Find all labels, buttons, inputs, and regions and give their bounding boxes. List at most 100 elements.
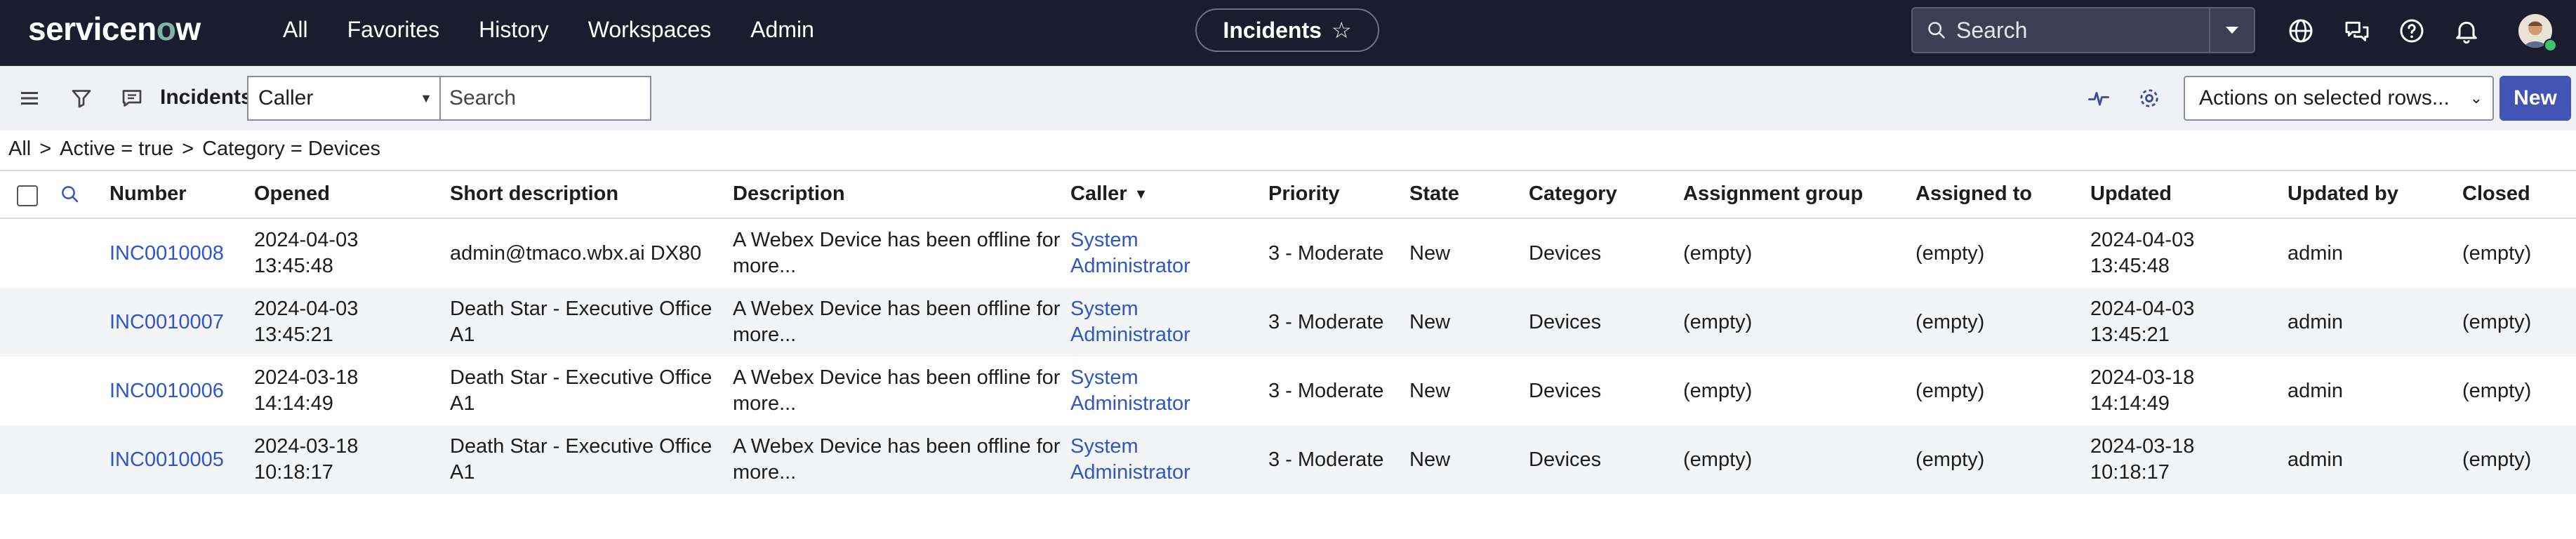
help-icon[interactable] xyxy=(2398,17,2426,45)
opened-time: 13:45:48 xyxy=(254,255,333,277)
nav-all[interactable]: All xyxy=(283,17,308,43)
assignment-group-cell: (empty) xyxy=(1683,241,1753,265)
nav-favorites[interactable]: Favorites xyxy=(347,17,440,43)
assigned-to-cell: (empty) xyxy=(1916,448,1985,471)
short-description-cell: Death Star - Executive Office A1 xyxy=(450,357,712,425)
assigned-to-cell: (empty) xyxy=(1916,241,1985,265)
filter-icon[interactable] xyxy=(69,86,94,111)
caller-line: Administrator xyxy=(1070,324,1190,346)
column-header-caller[interactable]: Caller ▼ xyxy=(1070,182,1148,206)
comment-icon[interactable] xyxy=(119,86,145,111)
select-all-checkbox[interactable] xyxy=(17,185,38,206)
column-header-assignment-group[interactable]: Assignment group xyxy=(1683,182,1863,206)
incident-number-link[interactable]: INC0010006 xyxy=(109,357,224,425)
search-field-select[interactable]: Caller ▼ xyxy=(247,76,441,121)
column-header-number[interactable]: Number xyxy=(109,182,187,206)
actions-select-label: Actions on selected rows... xyxy=(2199,86,2450,109)
closed-cell: (empty) xyxy=(2462,379,2532,402)
table-row: INC0010006 2024-03-18 14:14:49 Death Star… xyxy=(0,357,2576,425)
breadcrumb-active[interactable]: Active = true xyxy=(60,138,173,161)
short-description-cell: admin@tmaco.wbx.ai DX80 xyxy=(450,219,701,288)
description-cell: A Webex Device has been offline for more.… xyxy=(733,425,1060,494)
caller-link[interactable]: System Administrator xyxy=(1070,425,1190,494)
priority-cell: 3 - Moderate xyxy=(1268,448,1384,471)
closed-cell: (empty) xyxy=(2462,241,2532,265)
short-description-line: A1 xyxy=(450,461,475,484)
column-header-category[interactable]: Category xyxy=(1529,182,1617,206)
global-search[interactable]: Search xyxy=(1911,7,2255,53)
short-description-line: Death Star - Executive Office xyxy=(450,366,712,389)
incident-number-link[interactable]: INC0010007 xyxy=(109,288,224,357)
updated-by-cell: admin xyxy=(2288,379,2343,402)
assignment-group-cell: (empty) xyxy=(1683,310,1753,333)
nav-admin[interactable]: Admin xyxy=(750,17,814,43)
star-icon[interactable]: ☆ xyxy=(1332,17,1352,44)
column-header-opened[interactable]: Opened xyxy=(254,182,330,206)
opened-time: 14:14:49 xyxy=(254,392,333,415)
description-line: A Webex Device has been offline for xyxy=(733,435,1061,458)
search-scope-dropdown[interactable] xyxy=(2209,8,2254,52)
breadcrumb-category[interactable]: Category = Devices xyxy=(202,138,380,161)
opened-time: 10:18:17 xyxy=(254,461,333,484)
caller-header-label: Caller xyxy=(1070,182,1127,205)
logo-text-o: o xyxy=(156,11,176,47)
chevron-down-icon: ⌄ xyxy=(2469,89,2483,107)
caller-link[interactable]: System Administrator xyxy=(1070,357,1190,425)
list-search-input[interactable]: Search xyxy=(439,76,651,121)
column-search-icon[interactable] xyxy=(60,184,81,205)
caller-line: Administrator xyxy=(1070,255,1190,277)
column-header-state[interactable]: State xyxy=(1409,182,1459,206)
settings-gear-icon[interactable] xyxy=(2137,86,2162,111)
opened-time: 13:45:21 xyxy=(254,324,333,346)
new-button[interactable]: New xyxy=(2499,76,2571,121)
description-line: more... xyxy=(733,324,797,346)
short-description-line: admin@tmaco.wbx.ai DX80 xyxy=(450,241,702,265)
globe-icon[interactable] xyxy=(2287,17,2315,45)
global-search-input[interactable]: Search xyxy=(1956,18,2209,44)
activity-pulse-icon[interactable] xyxy=(2086,86,2111,111)
incident-number-link[interactable]: INC0010008 xyxy=(109,219,224,288)
breadcrumb-separator: > xyxy=(182,138,194,160)
breadcrumb-all[interactable]: All xyxy=(8,138,31,161)
presence-status-icon xyxy=(2544,39,2557,52)
logo-text-end: w xyxy=(175,11,201,47)
description-line: more... xyxy=(733,461,797,484)
breadcrumb: All > Active = true > Category = Devices xyxy=(8,138,380,161)
opened-date: 2024-03-18 xyxy=(254,435,359,458)
table-row: INC0010008 2024-04-03 13:45:48 admin@tmac… xyxy=(0,219,2576,288)
servicenow-logo[interactable]: servicenow xyxy=(28,10,201,48)
chat-icon[interactable] xyxy=(2343,17,2371,45)
updated-date: 2024-04-03 xyxy=(2090,298,2195,320)
caller-link[interactable]: System Administrator xyxy=(1070,219,1190,288)
table-row: INC0010007 2024-04-03 13:45:21 Death Star… xyxy=(0,288,2576,357)
state-cell: New xyxy=(1409,448,1451,471)
updated-time: 14:14:49 xyxy=(2090,392,2170,415)
hamburger-menu-icon[interactable] xyxy=(17,86,42,111)
priority-cell: 3 - Moderate xyxy=(1268,379,1384,402)
bell-icon[interactable] xyxy=(2452,17,2481,45)
column-header-short-description[interactable]: Short description xyxy=(450,182,618,206)
nav-history[interactable]: History xyxy=(479,17,549,43)
table-header-row: Number Opened Short description Descript… xyxy=(0,170,2576,219)
actions-on-selected-rows-select[interactable]: Actions on selected rows... ⌄ xyxy=(2184,76,2494,121)
caller-line: System xyxy=(1070,435,1138,458)
column-header-priority[interactable]: Priority xyxy=(1268,182,1340,206)
assigned-to-cell: (empty) xyxy=(1916,310,1985,333)
column-header-assigned-to[interactable]: Assigned to xyxy=(1916,182,2032,206)
incident-number-link[interactable]: INC0010005 xyxy=(109,425,224,494)
caller-line: Administrator xyxy=(1070,461,1190,484)
caret-down-icon xyxy=(2226,27,2238,34)
column-header-description[interactable]: Description xyxy=(733,182,845,206)
column-header-closed[interactable]: Closed xyxy=(2462,182,2530,206)
column-header-updated[interactable]: Updated xyxy=(2090,182,2172,206)
description-cell: A Webex Device has been offline for more.… xyxy=(733,288,1060,357)
nav-workspaces[interactable]: Workspaces xyxy=(588,17,711,43)
column-header-updated-by[interactable]: Updated by xyxy=(2288,182,2398,206)
context-title-pill[interactable]: Incidents ☆ xyxy=(1195,8,1379,52)
top-navigation: servicenow All Favorites History Workspa… xyxy=(0,0,2576,66)
description-line: A Webex Device has been offline for xyxy=(733,366,1061,389)
short-description-cell: Death Star - Executive Office A1 xyxy=(450,425,712,494)
caller-link[interactable]: System Administrator xyxy=(1070,288,1190,357)
opened-cell: 2024-04-03 13:45:48 xyxy=(254,219,358,288)
list-title: Incidents xyxy=(160,86,253,109)
